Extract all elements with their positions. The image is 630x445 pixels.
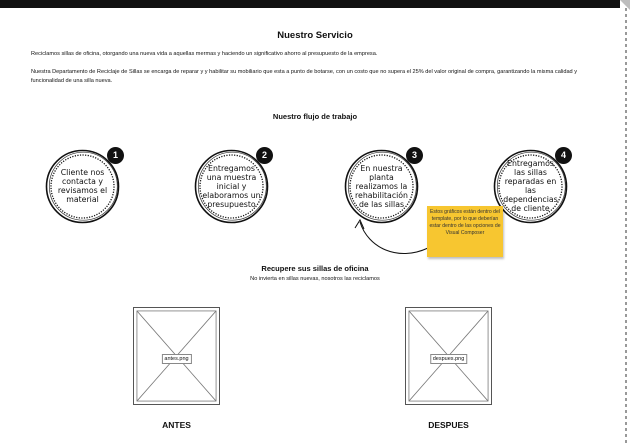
step-text: En nuestra planta realizamos la rehabili… [355, 163, 408, 209]
top-bar [0, 0, 620, 8]
page-edge [625, 8, 627, 445]
workflow-step-4: Entregamos las sillas reparadas en las d… [493, 147, 572, 224]
workflow-title: Nuestro flujo de trabajo [272, 112, 358, 121]
step-number-badge: 2 [256, 147, 273, 164]
workflow-step-2: Entregamos una muestra inicial y elabora… [194, 147, 273, 224]
department-paragraph: Nuestra Departamento de Reciclaje de Sil… [31, 69, 578, 84]
step-number-badge: 1 [107, 147, 124, 164]
sticky-note: Estos gráficos están dentro del template… [427, 206, 503, 257]
recover-subtitle: No invierta en sillas nuevas, nosotros l… [250, 276, 380, 282]
step-text: Cliente nos contacta y revisamos el mate… [57, 168, 108, 204]
image-filename: antes.png [161, 354, 192, 364]
step-number-badge: 3 [406, 147, 423, 164]
step-text: Entregamos una muestra inicial y elabora… [202, 163, 261, 209]
page-title: Nuestro Servicio [277, 30, 353, 41]
before-image-placeholder: antes.png [133, 307, 220, 405]
step-text: Entregamos las sillas reparadas en las d… [503, 159, 558, 213]
workflow-step-3: En nuestra planta realizamos la rehabili… [344, 147, 423, 224]
recover-title: Recupere sus sillas de oficina [261, 264, 369, 273]
image-filename: despues.png [429, 354, 468, 364]
after-caption: DESPUES [428, 420, 469, 430]
intro-paragraph: Reciclamos sillas de oficina, otorgando … [31, 51, 378, 57]
before-caption: ANTES [162, 420, 191, 430]
after-image-placeholder: despues.png [405, 307, 492, 405]
step-number-badge: 4 [555, 147, 572, 164]
workflow-step-1: Cliente nos contacta y revisamos el mate… [45, 147, 124, 224]
